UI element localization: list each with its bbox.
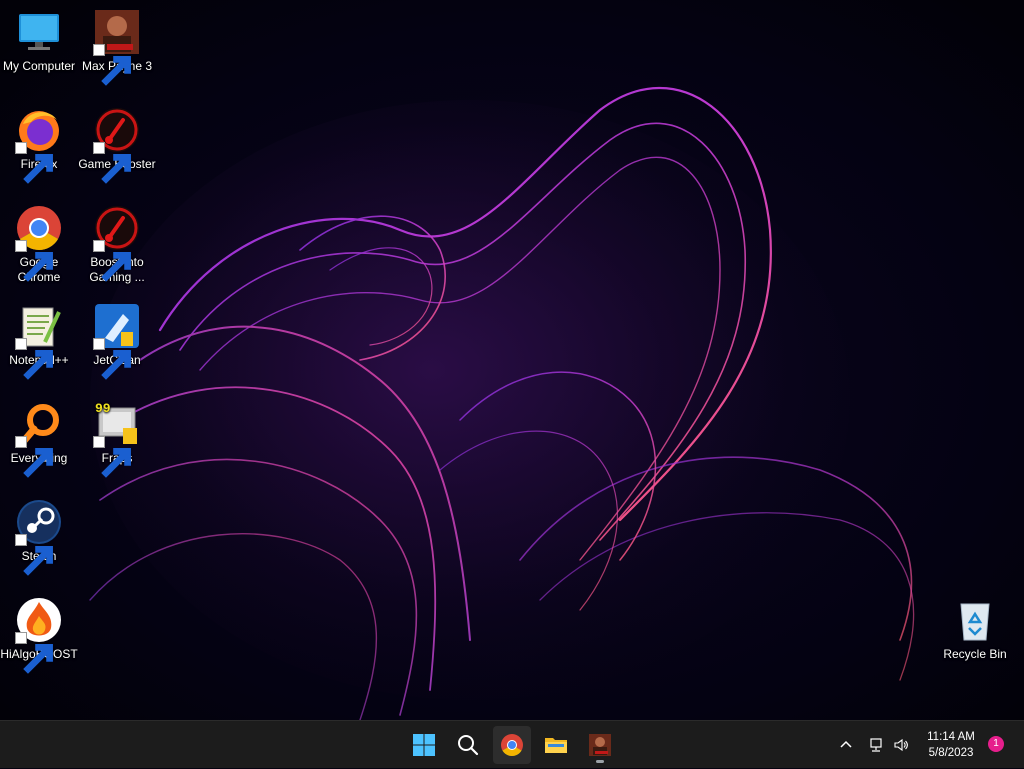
taskbar[interactable]: 11:14 AM 5/8/2023 (0, 720, 1024, 768)
clock[interactable]: 11:14 AM 5/8/2023 (918, 729, 984, 761)
desktop-icon-fraps[interactable]: 99 Fraps (78, 400, 156, 478)
fraps-badge: 99 (95, 401, 111, 416)
folder-icon (545, 738, 567, 753)
volume-button[interactable] (893, 737, 909, 753)
clock-time: 11:14 AM (927, 731, 975, 743)
network-icon (870, 738, 882, 752)
taskbar-file-explorer-button[interactable] (537, 726, 575, 764)
desktop-icon-google-chrome[interactable]: Google Chrome (0, 204, 78, 285)
desktop-icon-notepadpp[interactable]: Notepad++ (0, 302, 78, 380)
desktop-icon-everything[interactable]: Everything (0, 400, 78, 478)
search-button[interactable] (449, 726, 487, 764)
recycle-bin-icon (951, 596, 999, 644)
desktop-icon-boost-into-gaming[interactable]: Boost into Gaming ... (78, 204, 156, 285)
notification-badge[interactable]: 1 (988, 736, 1004, 752)
shortcut-arrow-icon (93, 338, 131, 380)
clock-date: 5/8/2023 (928, 747, 974, 759)
show-hidden-icons-button[interactable] (838, 737, 854, 753)
desktop-icon-jetclean[interactable]: JetClean (78, 302, 156, 380)
start-button[interactable] (405, 726, 443, 764)
fraps-icon: 99 (93, 400, 141, 478)
windows-start-icon (413, 734, 435, 756)
desktop-icon-steam[interactable]: Steam (0, 498, 78, 576)
hialgoboost-icon (15, 596, 63, 674)
max-payne-icon (589, 734, 611, 756)
desktop-icon-label: My Computer (2, 59, 76, 73)
desktop-icon-label: Recycle Bin (943, 647, 1007, 661)
taskbar-max-payne-button[interactable] (581, 726, 619, 764)
network-button[interactable] (868, 737, 884, 753)
desktop-icon-my-computer[interactable]: My Computer (0, 8, 78, 74)
chrome-icon (501, 734, 523, 756)
shortcut-arrow-icon (93, 240, 131, 282)
desktop-icon-game-booster[interactable]: Game Booster (78, 106, 156, 184)
shortcut-arrow-icon (15, 240, 53, 282)
shortcut-arrow-icon (93, 436, 131, 478)
jetclean-icon (93, 302, 141, 380)
desktop[interactable]: My Computer Firefox Google Chrome Notepa… (0, 0, 1024, 720)
shortcut-arrow-icon (93, 142, 131, 184)
speaker-icon (894, 738, 908, 752)
running-indicator (596, 760, 604, 763)
search-icon (458, 735, 479, 756)
notepadpp-icon (15, 302, 63, 380)
chevron-up-icon (840, 740, 852, 748)
firefox-icon (15, 106, 63, 184)
computer-icon (15, 8, 63, 56)
shortcut-arrow-icon (15, 632, 53, 674)
chrome-icon (15, 204, 63, 282)
steam-icon (15, 498, 63, 576)
game-booster-icon (93, 106, 141, 184)
boost-gaming-icon (93, 204, 141, 282)
desktop-icon-firefox[interactable]: Firefox (0, 106, 78, 184)
shortcut-arrow-icon (15, 142, 53, 184)
shortcut-arrow-icon (15, 338, 53, 380)
shortcut-arrow-icon (15, 534, 53, 576)
desktop-icon-recycle-bin[interactable]: Recycle Bin (936, 596, 1014, 662)
desktop-icon-max-payne-3[interactable]: Max Payne 3 (78, 8, 156, 86)
max-payne-icon (93, 8, 141, 86)
everything-icon (15, 400, 63, 478)
desktop-icon-hialgoboost[interactable]: HiAlgoBOOST (0, 596, 78, 674)
shortcut-arrow-icon (93, 44, 131, 86)
taskbar-chrome-button[interactable] (493, 726, 531, 764)
shortcut-arrow-icon (15, 436, 53, 478)
